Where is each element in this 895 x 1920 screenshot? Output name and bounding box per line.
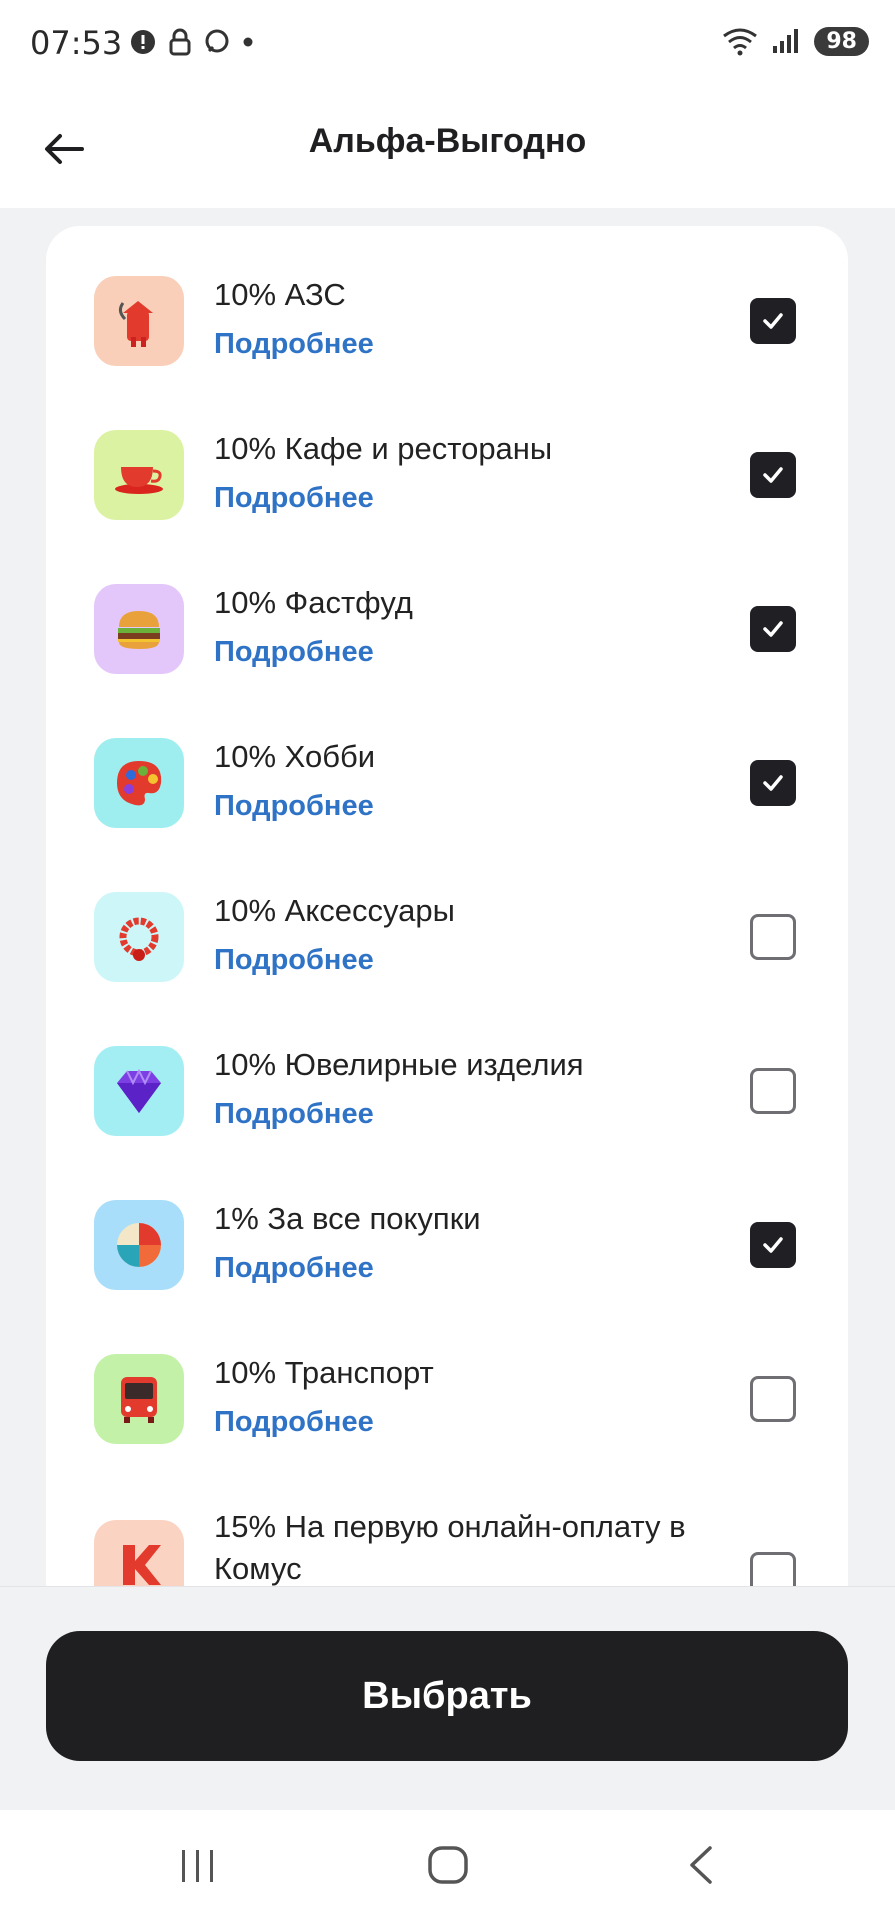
list-item-transport: 10% Транспорт Подробнее [46,1304,848,1458]
list-item-accessories: 10% Аксессуары Подробнее [46,842,848,996]
burger-icon [94,584,184,674]
details-link[interactable]: Подробнее [214,1406,374,1439]
system-nav-bar [0,1810,895,1920]
fuel-pump-icon [94,276,184,366]
item-title: 10% Аксессуары [214,893,455,928]
back-icon [690,1846,712,1884]
gem-icon [94,1046,184,1136]
battery-indicator: 98 [814,26,869,56]
list-item-all-purchases: 1% За все покупки Подробнее [46,1150,848,1304]
checkbox-checked[interactable] [750,452,796,498]
app-header: Альфа-Выгодно [0,88,895,208]
bus-icon [94,1354,184,1444]
checkbox-unchecked[interactable] [750,914,796,960]
details-link[interactable]: Подробнее [214,790,374,823]
status-icons-left [130,28,254,56]
nav-back-button[interactable] [672,1840,732,1890]
checkmark-icon [763,775,783,791]
recent-apps-button[interactable] [168,1840,228,1890]
item-title: 1% За все покупки [214,1201,481,1236]
home-icon [428,1846,468,1884]
status-time: 07:53 [30,24,123,62]
checkbox-checked[interactable] [750,760,796,806]
checkbox-checked[interactable] [750,606,796,652]
list-item-komus: 15% На первую онлайн-оплату в Комус [46,1458,848,1586]
item-title: 10% Фастфуд [214,585,413,620]
komus-logo-icon [94,1520,184,1586]
checkmark-icon [763,467,783,483]
select-button[interactable]: Выбрать [46,1631,848,1761]
signal-icon [773,29,799,53]
categories-list: 10% АЗС Подробнее 10% Кафе и рестораны П… [46,226,848,1586]
checkbox-checked[interactable] [750,298,796,344]
item-title: 15% На первую онлайн-оплату в Комус [214,1509,686,1586]
item-title: 10% Хобби [214,739,376,774]
status-bar: 07:53 98 [0,0,895,88]
alert-icon [131,30,155,54]
item-title: 10% Кафе и рестораны [214,431,553,466]
chat-icon [205,29,229,53]
status-icons-right: 98 [722,26,869,56]
wifi-icon [723,28,758,56]
list-item-jewelry: 10% Ювелирные изделия Подробнее [46,996,848,1150]
list-item-fastfood: 10% Фастфуд Подробнее [46,534,848,688]
item-title: 10% Ювелирные изделия [214,1047,584,1082]
lock-icon [169,28,191,56]
item-title: 10% АЗС [214,277,346,312]
checkmark-icon [763,313,783,329]
list-item-cafe: 10% Кафе и рестораны Подробнее [46,380,848,534]
checkbox-unchecked[interactable] [750,1376,796,1422]
checkbox-checked[interactable] [750,1222,796,1268]
bead-bracelet-icon [94,892,184,982]
checkmark-icon [763,621,783,637]
checkmark-icon [763,1237,783,1253]
list-item-fuel: 10% АЗС Подробнее [46,226,848,380]
coffee-cup-icon [94,430,184,520]
list-item-hobby: 10% Хобби Подробнее [46,688,848,842]
bottom-action-bar: Выбрать [0,1586,895,1811]
checkbox-unchecked[interactable] [750,1068,796,1114]
details-link[interactable]: Подробнее [214,636,374,669]
details-link[interactable]: Подробнее [214,1098,374,1131]
recent-apps-icon [182,1850,213,1882]
item-title: 10% Транспорт [214,1355,434,1390]
checkbox-unchecked[interactable] [750,1552,796,1586]
details-link[interactable]: Подробнее [214,944,374,977]
dot-icon [243,37,253,47]
home-button[interactable] [418,1840,478,1890]
details-link[interactable]: Подробнее [214,482,374,515]
palette-icon [94,738,184,828]
page-title: Альфа-Выгодно [308,122,587,160]
pie-icon [94,1200,184,1290]
details-link[interactable]: Подробнее [214,328,374,361]
details-link[interactable]: Подробнее [214,1252,374,1285]
